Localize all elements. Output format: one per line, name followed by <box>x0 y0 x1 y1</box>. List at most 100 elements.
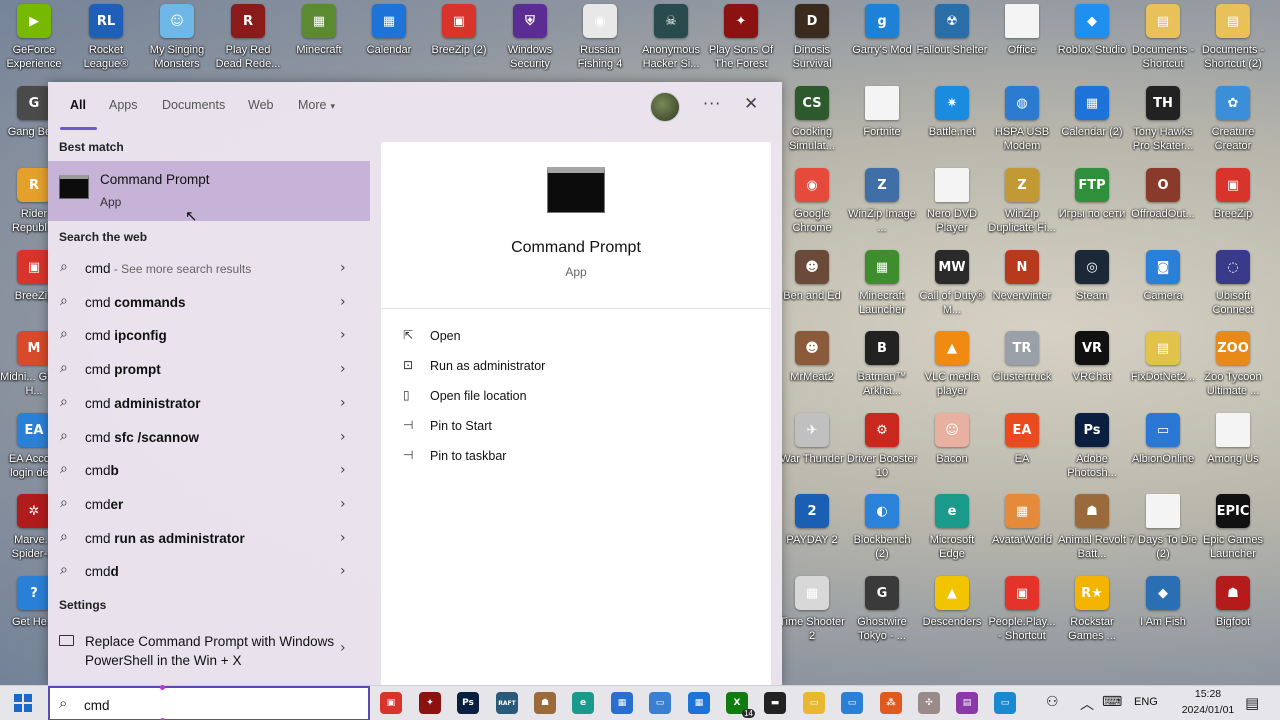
desktop-icon[interactable]: ☢ Fallout Shelter <box>916 4 988 84</box>
desktop-icon[interactable]: ◉ Google Chrome <box>776 168 848 248</box>
taskbar-media-icon[interactable]: ▭ <box>841 692 863 714</box>
desktop-icon[interactable]: O OffroadOut... <box>1127 168 1199 248</box>
tab-documents[interactable]: Documents <box>162 98 225 112</box>
chevron-right-icon[interactable]: › <box>340 327 346 343</box>
detail-action-pin-to-start[interactable]: ⊣ Pin to Start <box>403 416 743 442</box>
notification-icon[interactable]: ▤ <box>1245 694 1259 712</box>
clock-time[interactable]: 15:28 <box>1178 688 1238 700</box>
desktop-icon[interactable]: ☻ Ben and Ed <box>776 250 848 330</box>
taskbar-screen-icon[interactable]: ▭ <box>994 692 1016 714</box>
taskbar-edge-icon[interactable]: e <box>572 692 594 714</box>
desktop-icon[interactable]: ▦ Calendar (2) <box>1056 86 1128 166</box>
desktop-icon[interactable]: ◎ Steam <box>1056 250 1128 330</box>
taskbar-xbox-icon[interactable]: X 14 <box>726 692 755 718</box>
language-indicator[interactable]: ENG <box>1134 696 1158 708</box>
clock-date[interactable]: 2024/01/01 <box>1178 704 1238 716</box>
taskbar-calendar-icon[interactable]: ▦ <box>688 692 710 714</box>
desktop-icon[interactable]: ▦ Minecraft Launcher <box>846 250 918 330</box>
desktop-icon[interactable]: ☺ My Singing Monsters <box>141 4 213 84</box>
desktop-icon[interactable]: e Microsoft Edge <box>916 494 988 574</box>
desktop-icon[interactable]: ▦ Minecraft <box>283 4 355 84</box>
close-icon[interactable]: ✕ <box>744 94 758 114</box>
search-input[interactable] <box>84 695 354 715</box>
chevron-right-icon[interactable]: › <box>340 361 346 377</box>
keyboard-icon[interactable]: ⌨ <box>1102 694 1122 710</box>
desktop-icon[interactable]: N Neverwinter <box>986 250 1058 330</box>
taskbar-photoshop-icon[interactable]: Ps <box>457 692 479 714</box>
desktop-icon[interactable]: MW Call of Duty® M... <box>916 250 988 330</box>
desktop-icon[interactable]: ☗ Bigfoot <box>1197 576 1269 656</box>
desktop-icon[interactable]: ⛨ Windows Security <box>494 4 566 84</box>
web-result-row[interactable]: ⌕ cmd run as administrator › <box>48 522 370 555</box>
chevron-right-icon[interactable]: › <box>340 395 346 411</box>
detail-action-open-file-location[interactable]: ▯ Open file location <box>403 386 743 412</box>
desktop-icon[interactable]: ◐ Blockbench (2) <box>846 494 918 574</box>
chevron-right-icon[interactable]: › <box>340 496 346 512</box>
desktop-icon[interactable]: 7 Days To Die (2) <box>1127 494 1199 574</box>
desktop-icon[interactable]: ▶ GeForce Experience <box>0 4 70 84</box>
taskbar-network-app-icon[interactable]: ⁂ <box>880 692 902 714</box>
desktop-icon[interactable]: ☺ Bacon <box>916 413 988 493</box>
web-result-row[interactable]: ⌕ cmd ipconfig › <box>48 319 370 352</box>
desktop-icon[interactable]: ZOO Zoo Tycoon Ultimate ... <box>1197 331 1269 411</box>
desktop-icon[interactable]: TH Tony Hawks Pro Skater... <box>1127 86 1199 166</box>
desktop-icon[interactable]: 2 PAYDAY 2 <box>776 494 848 574</box>
desktop-icon[interactable]: EA EA <box>986 413 1058 493</box>
tab-all[interactable]: All <box>70 98 86 112</box>
desktop-icon[interactable]: ✷ Battle.net <box>916 86 988 166</box>
desktop-icon[interactable]: ☗ Animal Revolt Batt... <box>1056 494 1128 574</box>
chevron-right-icon[interactable]: › <box>340 294 346 310</box>
detail-action-open[interactable]: ⇱ Open <box>403 326 743 352</box>
tab-more[interactable]: More ▾ <box>298 98 335 112</box>
desktop-icon[interactable]: Ps Adobe Photosh... <box>1056 413 1128 493</box>
people-icon[interactable]: ⚇ <box>1046 694 1059 710</box>
desktop-icon[interactable]: ▦ Calendar <box>353 4 425 84</box>
desktop-icon[interactable]: EPIC Epic Games Launcher <box>1197 494 1269 574</box>
desktop-icon[interactable]: Z WinZip Image ... <box>846 168 918 248</box>
desktop-icon[interactable]: FTP Игры по сети <box>1056 168 1128 248</box>
taskbar-file-explorer-icon[interactable]: ▭ <box>803 692 825 714</box>
chevron-right-icon[interactable]: › <box>340 530 346 546</box>
desktop-icon[interactable]: ☻ MrMeat2 <box>776 331 848 411</box>
desktop-icon[interactable]: CS Cooking Simulat... <box>776 86 848 166</box>
chevron-right-icon[interactable]: › <box>340 563 346 579</box>
desktop-icon[interactable]: ✿ Creature Creator <box>1197 86 1269 166</box>
desktop-icon[interactable]: TR Clustertruck <box>986 331 1058 411</box>
desktop-icon[interactable]: ▭ AlbionOnline <box>1127 413 1199 493</box>
desktop-icon[interactable]: ▦ AvatarWorld <box>986 494 1058 574</box>
avatar[interactable] <box>650 92 680 122</box>
web-result-row[interactable]: ⌕ cmdb › <box>48 454 370 487</box>
taskbar-raft-icon[interactable]: RAFT <box>496 692 518 714</box>
taskbar-breezip-icon[interactable]: ▣ <box>380 692 402 714</box>
web-result-row[interactable]: ⌕ cmdd › <box>48 555 370 588</box>
desktop-icon[interactable]: ▤ FixDotNet2... <box>1127 331 1199 411</box>
desktop-icon[interactable]: ▲ VLC media player <box>916 331 988 411</box>
more-options-button[interactable]: ··· <box>703 94 721 113</box>
desktop-icon[interactable]: R Play Red Dead Rede... <box>212 4 284 84</box>
desktop-icon[interactable]: ✈ War Thunder <box>776 413 848 493</box>
desktop-icon[interactable]: ▣ People.Play... - Shortcut <box>986 576 1058 656</box>
detail-action-pin-to-taskbar[interactable]: ⊣ Pin to taskbar <box>403 446 743 472</box>
desktop-icon[interactable]: ▦ Time Shooter 2 <box>776 576 848 656</box>
desktop-icon[interactable]: ◍ HSPA USB Modem <box>986 86 1058 166</box>
web-result-row[interactable]: ⌕ cmd administrator › <box>48 387 370 420</box>
desktop-icon[interactable]: R★ Rockstar Games ... <box>1056 576 1128 656</box>
desktop-icon[interactable]: ▤ Documents - Shortcut (2) <box>1197 4 1269 84</box>
desktop-icon[interactable]: ◙ Camera <box>1127 250 1199 330</box>
desktop-icon[interactable]: ☠ Anonymous Hacker Si... <box>635 4 707 84</box>
desktop-icon[interactable]: g Garry's Mod <box>846 4 918 84</box>
desktop-icon[interactable]: ▤ Documents - Shortcut <box>1127 4 1199 84</box>
web-result-row[interactable]: ⌕ cmd - See more search results › <box>48 252 370 285</box>
desktop-icon[interactable]: Nero DVD Player <box>916 168 988 248</box>
desktop-icon[interactable]: VR VRChat <box>1056 331 1128 411</box>
taskbar-window-app-icon[interactable]: ▭ <box>649 692 671 714</box>
desktop-icon[interactable]: RL Rocket League® <box>70 4 142 84</box>
detail-action-run-as-administrator[interactable]: ⊡ Run as administrator <box>403 356 743 382</box>
best-match-result[interactable]: Command Prompt App ↖ <box>48 161 370 225</box>
desktop-icon[interactable]: ▣ BreeZip <box>1197 168 1269 248</box>
desktop-icon[interactable]: G Ghostwire Tokyo - ... <box>846 576 918 656</box>
tab-apps[interactable]: Apps <box>109 98 138 112</box>
settings-result[interactable]: Replace Command Prompt with Windows Powe… <box>48 627 370 677</box>
desktop-icon[interactable]: ◌ Ubisoft Connect <box>1197 250 1269 330</box>
desktop-icon[interactable]: ▲ Descenders <box>916 576 988 656</box>
